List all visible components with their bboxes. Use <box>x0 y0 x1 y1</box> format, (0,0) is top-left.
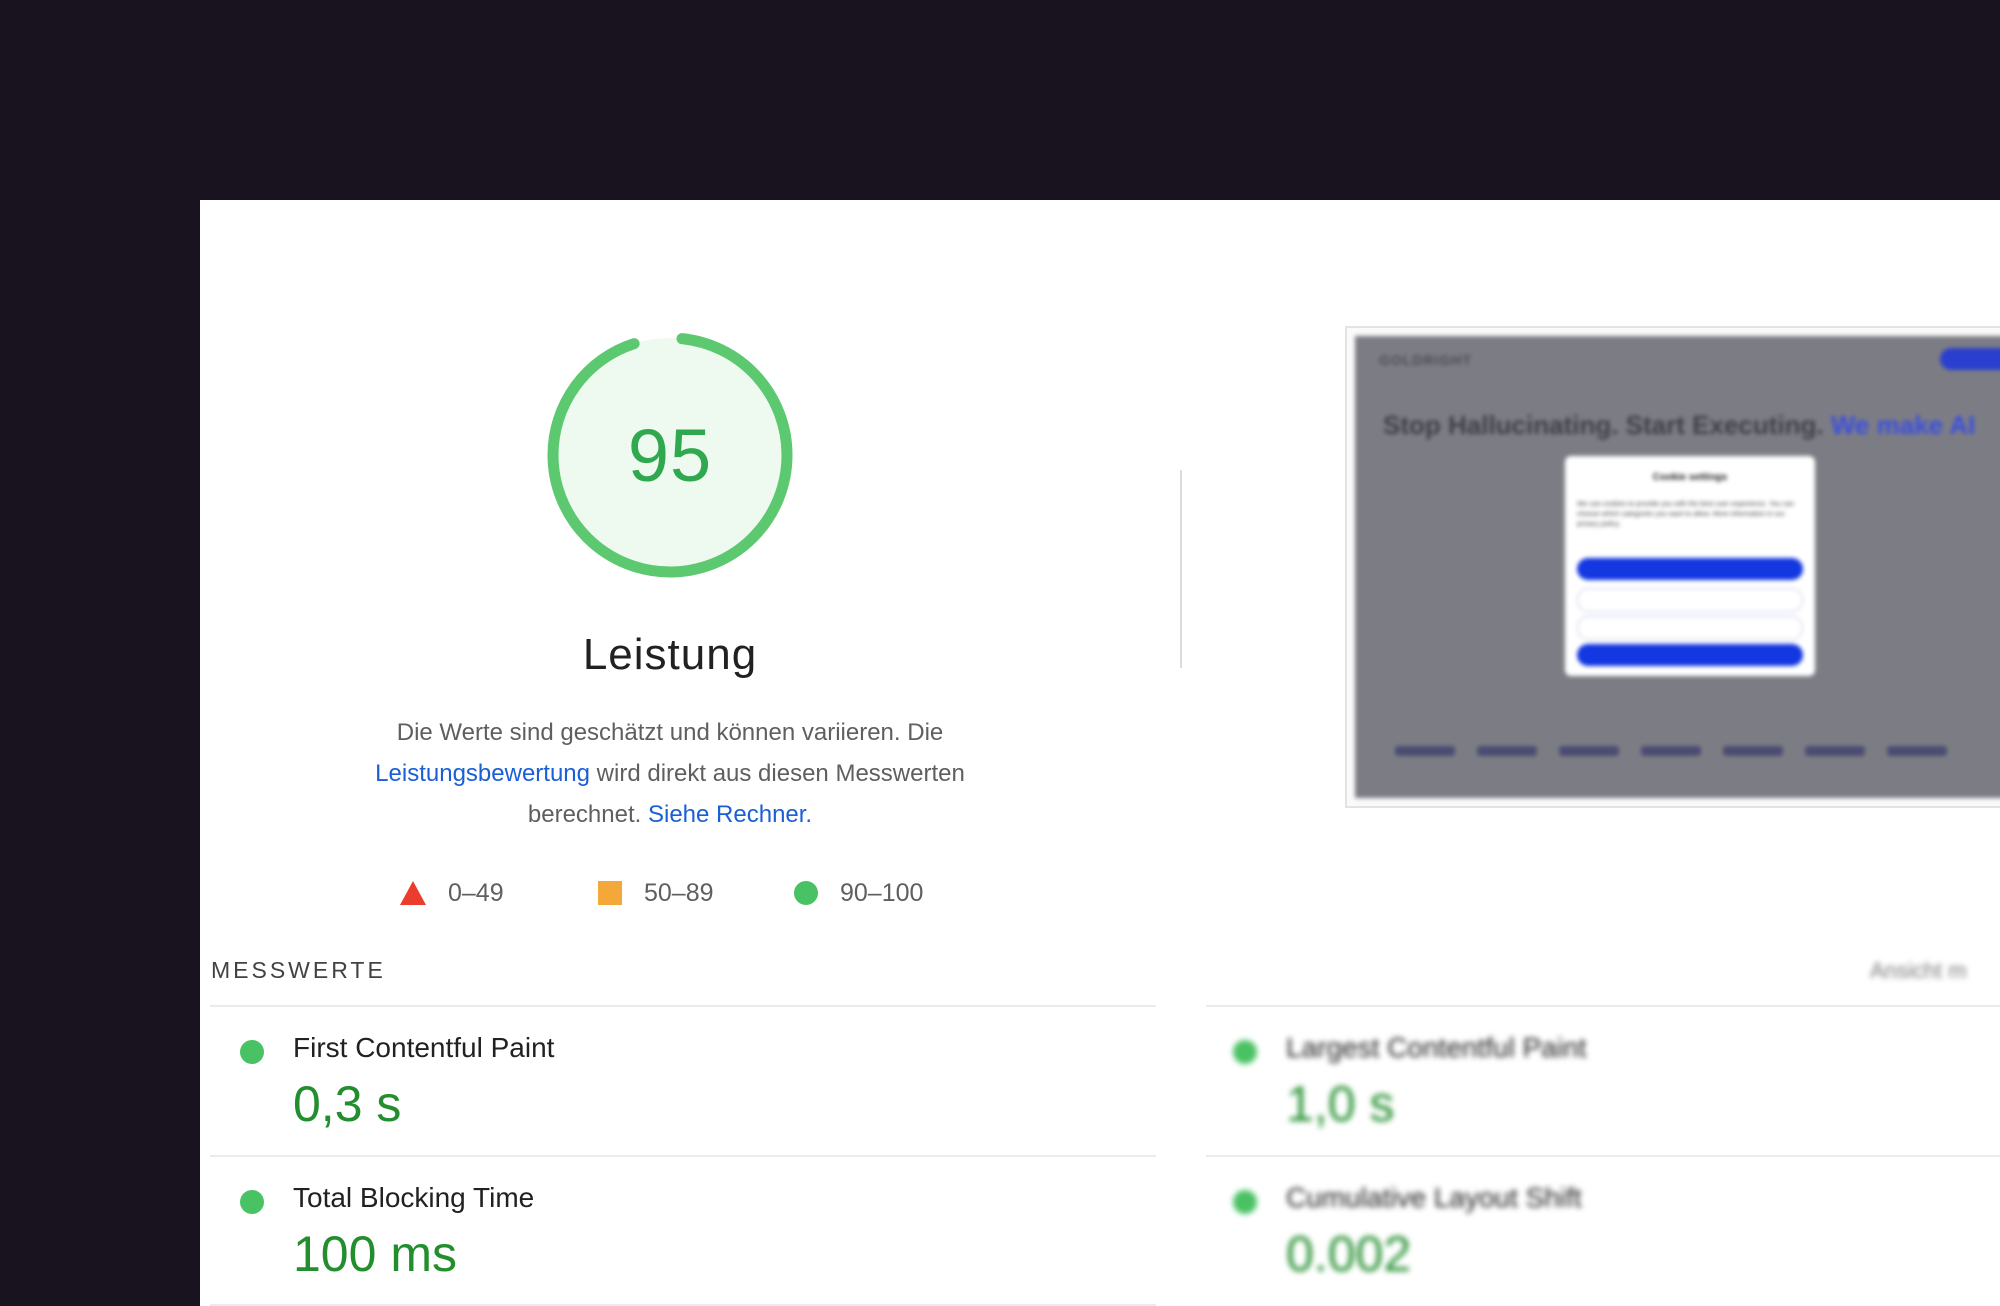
performance-score-gauge[interactable]: 95 <box>545 330 795 580</box>
square-icon <box>598 881 622 905</box>
metric-lcp-name: Largest Contentful Paint <box>1286 1032 1587 1063</box>
legend-average: 50–89 <box>598 873 714 913</box>
metrics-divider-top-right <box>1206 1005 2000 1007</box>
metric-fcp-value: 0,3 s <box>293 1076 402 1132</box>
screenshot-blurred-content: GOLDRIGHT Stop Hallucinating. Start Exec… <box>1355 336 2000 798</box>
screenshot-headline-accent: We make AI <box>1830 410 1976 440</box>
metric-fcp-name: First Contentful Paint <box>293 1032 555 1063</box>
metrics-divider-mid-right <box>1206 1155 2000 1157</box>
legend-pass: 90–100 <box>794 873 923 913</box>
cookie-functional-button <box>1577 616 1803 640</box>
legend-fail-label: 0–49 <box>448 878 504 907</box>
partner-logo <box>1641 746 1701 756</box>
metric-fcp[interactable]: First Contentful Paint 0,3 s <box>210 1020 1110 1170</box>
partner-logo <box>1395 746 1455 756</box>
partner-logo <box>1723 746 1783 756</box>
circle-icon <box>794 881 818 905</box>
partner-logo <box>1887 746 1947 756</box>
cookie-settings-button <box>1577 644 1803 666</box>
legend-fail: 0–49 <box>400 873 504 913</box>
metric-lcp-value: 1,0 s <box>1286 1076 1395 1132</box>
screenshot-headline: Stop Hallucinating. Start Executing. We … <box>1383 410 1975 441</box>
metrics-divider-mid-left <box>210 1155 1156 1157</box>
metrics-section-label: MESSWERTE <box>211 957 386 983</box>
legend-average-label: 50–89 <box>644 878 714 907</box>
calculator-link[interactable]: Siehe Rechner. <box>648 801 812 828</box>
metric-cls-value: 0.002 <box>1286 1226 1412 1282</box>
triangle-icon <box>400 881 426 905</box>
cookie-modal-title: Cookie settings <box>1652 472 1728 483</box>
screenshot-nav-button <box>1940 348 2000 370</box>
pass-circle-icon <box>240 1190 264 1214</box>
screenshot-headline-text: Stop Hallucinating. Start Executing. <box>1383 410 1824 440</box>
metric-cls-name: Cumulative Layout Shift <box>1286 1182 1582 1213</box>
legend-pass-label: 90–100 <box>840 878 924 907</box>
metrics-divider-top-left <box>210 1005 1156 1007</box>
partner-logo <box>1805 746 1865 756</box>
description-text-1: Die Werte sind geschätzt und können vari… <box>396 719 944 746</box>
final-screenshot-thumbnail[interactable]: GOLDRIGHT Stop Hallucinating. Start Exec… <box>1345 326 2000 808</box>
cookie-accept-button <box>1577 558 1803 580</box>
metric-tbt[interactable]: Total Blocking Time 100 ms <box>210 1170 1110 1306</box>
pass-circle-icon <box>240 1040 264 1064</box>
performance-score-value: 95 <box>627 413 713 497</box>
partner-logo <box>1559 746 1619 756</box>
screenshot-logo-strip <box>1395 746 2000 760</box>
score-calculation-link[interactable]: Leistungsbewertung <box>375 760 590 787</box>
category-title: Leistung <box>582 630 758 679</box>
lighthouse-report-panel: 95 Leistung Die Werte sind geschätzt und… <box>200 200 2000 1306</box>
metric-tbt-value: 100 ms <box>293 1226 457 1282</box>
view-toggle-link[interactable]: Ansicht m <box>1870 958 1967 984</box>
pass-circle-icon <box>1233 1040 1257 1064</box>
score-description: Die Werte sind geschätzt und können vari… <box>320 712 1020 835</box>
metric-lcp[interactable]: Largest Contentful Paint 1,0 s <box>1203 1020 2000 1170</box>
cookie-modal-text: We use cookies to provide you with the b… <box>1577 501 1795 528</box>
cookie-modal: Cookie settings We use cookies to provid… <box>1565 456 1815 676</box>
partner-logo <box>1477 746 1537 756</box>
metric-tbt-name: Total Blocking Time <box>293 1182 535 1213</box>
cookie-decline-button <box>1577 588 1803 612</box>
metric-cls[interactable]: Cumulative Layout Shift 0.002 <box>1203 1170 2000 1306</box>
screenshot-logo: GOLDRIGHT <box>1379 352 1472 368</box>
pass-circle-icon <box>1233 1190 1257 1214</box>
score-legend: 0–49 50–89 90–100 <box>400 873 960 913</box>
vertical-divider <box>1180 470 1182 668</box>
